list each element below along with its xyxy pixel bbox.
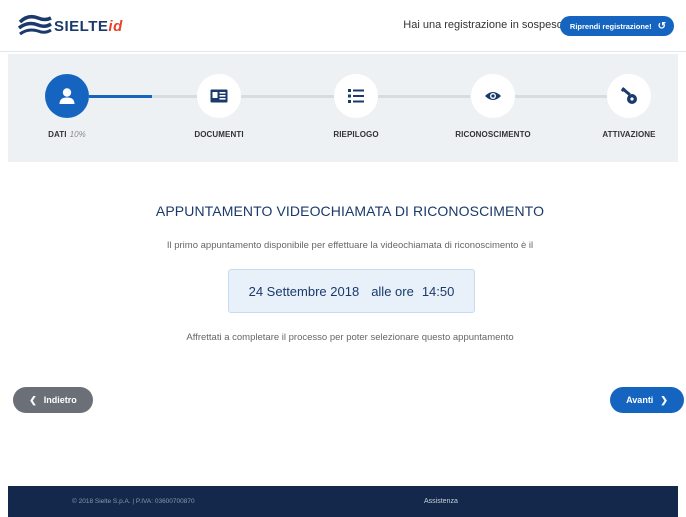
back-button[interactable]: ❮ Indietro <box>13 387 93 413</box>
chevron-left-icon: ❮ <box>29 394 37 405</box>
page-title: APPUNTAMENTO VIDEOCHIAMATA DI RICONOSCIM… <box>155 203 545 219</box>
footer-copyright: © 2018 Sielte S.p.A. | P.IVA: 0360070087… <box>72 498 195 505</box>
progress-stepper: DATI 10% DOCUMENTI RIEPILOGO RICONOSCIME… <box>8 54 678 162</box>
resume-arrow-icon: ↺ <box>657 20 666 32</box>
appointment-time-prefix: alle ore <box>371 283 414 299</box>
user-icon <box>59 88 75 104</box>
step-documenti[interactable]: DOCUMENTI <box>174 74 264 139</box>
footer: © 2018 Sielte S.p.A. | P.IVA: 0360070087… <box>8 486 678 517</box>
sielte-logo[interactable]: SIELTEid <box>17 12 123 38</box>
hurry-notice: Affrettati a completare il processo per … <box>186 332 514 343</box>
footer-assistance-link[interactable]: Assistenza <box>424 498 458 505</box>
appointment-date: 24 Settembre 2018 <box>248 283 360 299</box>
key-icon <box>620 87 637 104</box>
appointment-time: 14:50 <box>421 283 455 299</box>
appointment-date-box: 24 Settembre 2018 alle ore 14:50 <box>228 269 475 313</box>
id-card-icon <box>210 89 228 103</box>
next-button[interactable]: Avanti ❯ <box>610 387 684 413</box>
step-riconoscimento[interactable]: RICONOSCIMENTO <box>448 74 538 139</box>
list-icon <box>348 89 364 103</box>
appointment-description: Il primo appuntamento disponibile per ef… <box>166 240 534 251</box>
logo-waves-icon <box>17 12 52 38</box>
chevron-right-icon: ❯ <box>660 394 668 405</box>
step-riepilogo[interactable]: RIEPILOGO <box>311 74 401 139</box>
logo-text: SIELTEid <box>54 17 123 35</box>
eye-icon <box>485 92 501 100</box>
step-attivazione[interactable]: ATTIVAZIONE <box>584 74 674 139</box>
step-dati[interactable]: DATI 10% <box>22 74 112 139</box>
resume-registration-button[interactable]: Riprendi registrazione! ↺ <box>559 16 674 36</box>
pending-registration-text: Hai una registrazione in sospeso? <box>403 19 569 31</box>
header: SIELTEid Hai una registrazione in sospes… <box>0 0 686 52</box>
